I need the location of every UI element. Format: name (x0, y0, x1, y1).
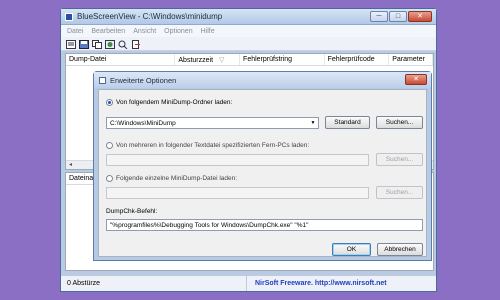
remote-textfile-field[interactable] (106, 154, 369, 166)
dumpchk-label: DumpChk-Befehl: (106, 208, 158, 215)
minidump-folder-value: C:\Windows\MiniDump (110, 120, 176, 127)
single-file-field[interactable] (106, 187, 369, 199)
column-crash-time[interactable]: Absturzzeit ▽ (175, 54, 241, 65)
browse-remote-button[interactable]: Suchen... (376, 153, 423, 166)
dialog-title-bar[interactable]: Erweiterte Optionen ✕ (94, 72, 431, 88)
crash-count: 0 Abstürze (61, 276, 247, 291)
minidump-folder-combo[interactable]: C:\Windows\MiniDump ▼ (106, 117, 319, 129)
status-bar: 0 Abstürze NirSoft Freeware. http://www.… (61, 275, 436, 291)
list-header: Dump-Datei Absturzzeit ▽ Fehlerprüfstrin… (66, 54, 434, 66)
exit-icon[interactable] (130, 39, 141, 49)
toolbar (61, 37, 436, 51)
column-dump-file[interactable]: Dump-Datei (66, 54, 176, 65)
scroll-left-icon[interactable]: ◂ (66, 161, 75, 169)
dialog-title: Erweiterte Optionen (110, 76, 177, 85)
nirsoft-link[interactable]: NirSoft Freeware. http://www.nirsoft.net (253, 276, 389, 291)
sort-arrow-icon: ▽ (218, 57, 225, 64)
column-bugcheck-string[interactable]: Fehlerprüfstring (240, 54, 325, 65)
maximize-button[interactable]: □ (389, 11, 407, 22)
app-icon (65, 13, 73, 21)
option-single-file-label: Folgende einzelne MiniDump-Datei laden: (116, 175, 238, 182)
option-single-file-row[interactable]: Folgende einzelne MiniDump-Datei laden: (106, 175, 237, 182)
title-bar[interactable]: BlueScreenView - C:\Windows\minidump ─ □… (61, 9, 436, 25)
dumpchk-command-field[interactable]: "%programfiles%\Debugging Tools for Wind… (106, 219, 423, 231)
html-report-icon[interactable] (104, 39, 115, 49)
properties-icon[interactable] (65, 39, 76, 49)
option-remote-label: Von mehreren in folgender Textdatei spez… (116, 142, 310, 149)
browse-folder-button[interactable]: Suchen... (376, 116, 423, 129)
dialog-app-icon (99, 77, 106, 84)
option-folder-radio[interactable] (106, 99, 113, 106)
menu-hilfe[interactable]: Hilfe (201, 28, 215, 35)
save-icon[interactable] (78, 39, 89, 49)
option-single-file-radio[interactable] (106, 175, 113, 182)
dialog-close-button[interactable]: ✕ (405, 74, 427, 85)
menu-datei[interactable]: Datei (67, 28, 83, 35)
browse-single-file-button[interactable]: Suchen... (376, 186, 423, 199)
dialog-body: Von folgendem MiniDump-Ordner laden: C:\… (98, 89, 427, 257)
column-crash-time-label: Absturzzeit (178, 57, 214, 64)
ok-button[interactable]: OK (332, 243, 371, 256)
option-remote-radio[interactable] (106, 142, 113, 149)
option-folder-label: Von folgendem MiniDump-Ordner laden: (116, 99, 233, 106)
copy-icon[interactable] (91, 39, 102, 49)
minimize-button[interactable]: ─ (370, 11, 388, 22)
menu-bearbeiten[interactable]: Bearbeiten (91, 28, 125, 35)
chevron-down-icon[interactable]: ▼ (308, 118, 318, 128)
advanced-options-dialog: Erweiterte Optionen ✕ Von folgendem Mini… (93, 71, 432, 261)
standard-button[interactable]: Standard (325, 116, 370, 129)
column-parameter[interactable]: Parameter (389, 54, 434, 65)
dumpchk-label-row: DumpChk-Befehl: (106, 208, 157, 215)
cancel-button[interactable]: Abbrechen (377, 243, 423, 256)
menu-ansicht[interactable]: Ansicht (133, 28, 156, 35)
column-bugcheck-code[interactable]: Fehlerprüfcode (325, 54, 390, 65)
search-icon[interactable] (117, 39, 128, 49)
option-remote-row[interactable]: Von mehreren in folgender Textdatei spez… (106, 142, 309, 149)
window-title: BlueScreenView - C:\Windows\minidump (77, 12, 223, 21)
menu-optionen[interactable]: Optionen (164, 28, 192, 35)
option-folder-row[interactable]: Von folgendem MiniDump-Ordner laden: (106, 99, 232, 106)
close-button[interactable]: ✕ (408, 11, 432, 22)
menu-bar: Datei Bearbeiten Ansicht Optionen Hilfe (61, 25, 436, 37)
